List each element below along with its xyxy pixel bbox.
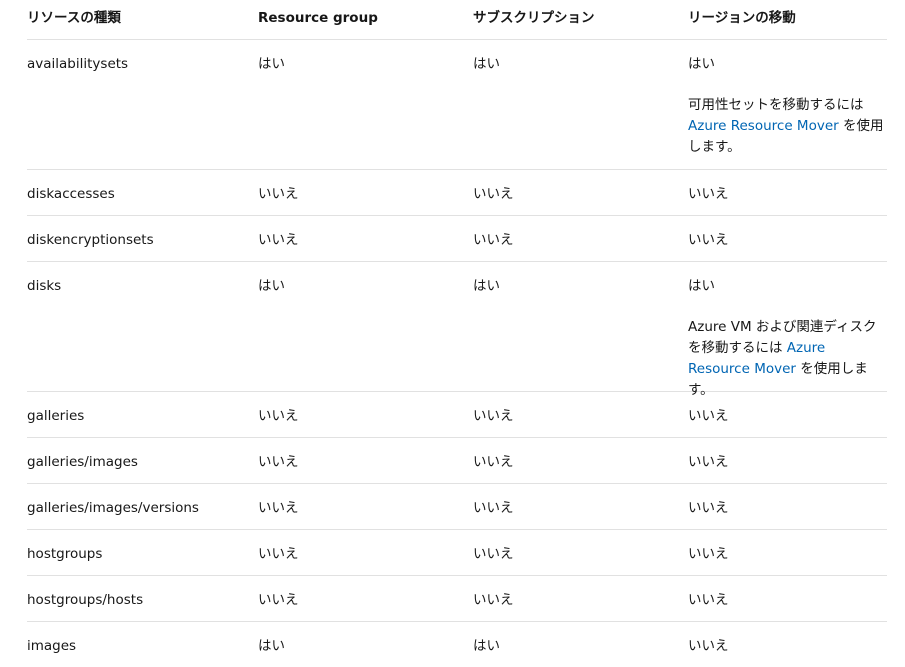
resource-type-cell: hostgroups [27,546,103,562]
header-resource-type: リソースの種類 [27,10,121,26]
resource-type-cell: diskencryptionsets [27,232,154,248]
resource-type-cell: disks [27,278,62,294]
resource-move-table: リソースの種類 Resource group サブスクリプション リージョンの移… [27,0,887,667]
region-move-cell: いいえ [688,546,729,562]
region-move-cell: いいえ [688,232,729,248]
resource-type-cell: images [27,638,77,654]
region-move-cell: いいえ [688,408,729,424]
region-move-cell: はい 可用性セットを移動するには Azure Resource Mover を使… [688,54,888,158]
table-row: diskaccesses いいえ いいえ いいえ [27,170,887,216]
table-row: disks はい はい はい Azure VM および関連ディスクを移動するには… [27,262,887,398]
resource-group-cell: いいえ [258,500,299,516]
resource-group-cell: いいえ [258,546,299,562]
resource-type-cell: availabilitysets [27,56,129,72]
note-prefix: 可用性セットを移動するには [688,97,864,113]
subscription-cell: いいえ [473,592,514,608]
resource-group-cell: はい [258,278,285,294]
region-move-cell: はい Azure VM および関連ディスクを移動するには Azure Resou… [688,276,888,401]
region-move-value: はい [688,278,715,294]
resource-type-cell: galleries [27,408,85,424]
table-row: hostgroups/hosts いいえ いいえ いいえ [27,576,887,622]
region-move-note: Azure VM および関連ディスクを移動するには Azure Resource… [688,317,888,401]
table-row: hostgroups いいえ いいえ いいえ [27,530,887,576]
region-move-cell: いいえ [688,500,729,516]
resource-type-cell: hostgroups/hosts [27,592,144,608]
header-subscription: サブスクリプション [473,10,595,26]
table-row: galleries/images/versions いいえ いいえ いいえ [27,484,887,530]
region-move-value: はい [688,56,715,72]
table-row: images はい はい いいえ [27,622,887,667]
header-region-move: リージョンの移動 [688,10,796,26]
table-header-row: リソースの種類 Resource group サブスクリプション リージョンの移… [27,0,887,40]
azure-resource-mover-link[interactable]: Azure Resource Mover [688,118,839,134]
region-move-cell: いいえ [688,186,729,202]
header-resource-group: Resource group [258,10,378,26]
note-prefix: Azure VM および関連ディスクを移動するには [688,319,877,356]
region-move-note: 可用性セットを移動するには Azure Resource Mover を使用しま… [688,95,888,158]
resource-group-cell: いいえ [258,592,299,608]
subscription-cell: はい [473,278,500,294]
table-row: availabilitysets はい はい はい 可用性セットを移動するには … [27,40,887,170]
resource-group-cell: はい [258,56,285,72]
table-row: galleries/images いいえ いいえ いいえ [27,438,887,484]
subscription-cell: いいえ [473,500,514,516]
resource-group-cell: いいえ [258,408,299,424]
subscription-cell: はい [473,56,500,72]
subscription-cell: いいえ [473,186,514,202]
region-move-cell: いいえ [688,592,729,608]
resource-type-cell: galleries/images [27,454,138,470]
subscription-cell: いいえ [473,546,514,562]
table-row: diskencryptionsets いいえ いいえ いいえ [27,216,887,262]
resource-type-cell: diskaccesses [27,186,115,202]
resource-group-cell: いいえ [258,454,299,470]
subscription-cell: いいえ [473,232,514,248]
region-move-cell: いいえ [688,638,729,654]
resource-group-cell: はい [258,638,285,654]
subscription-cell: いいえ [473,454,514,470]
resource-type-cell: galleries/images/versions [27,500,199,516]
subscription-cell: はい [473,638,500,654]
region-move-cell: いいえ [688,454,729,470]
resource-group-cell: いいえ [258,232,299,248]
subscription-cell: いいえ [473,408,514,424]
resource-group-cell: いいえ [258,186,299,202]
table-row: galleries いいえ いいえ いいえ [27,392,887,438]
